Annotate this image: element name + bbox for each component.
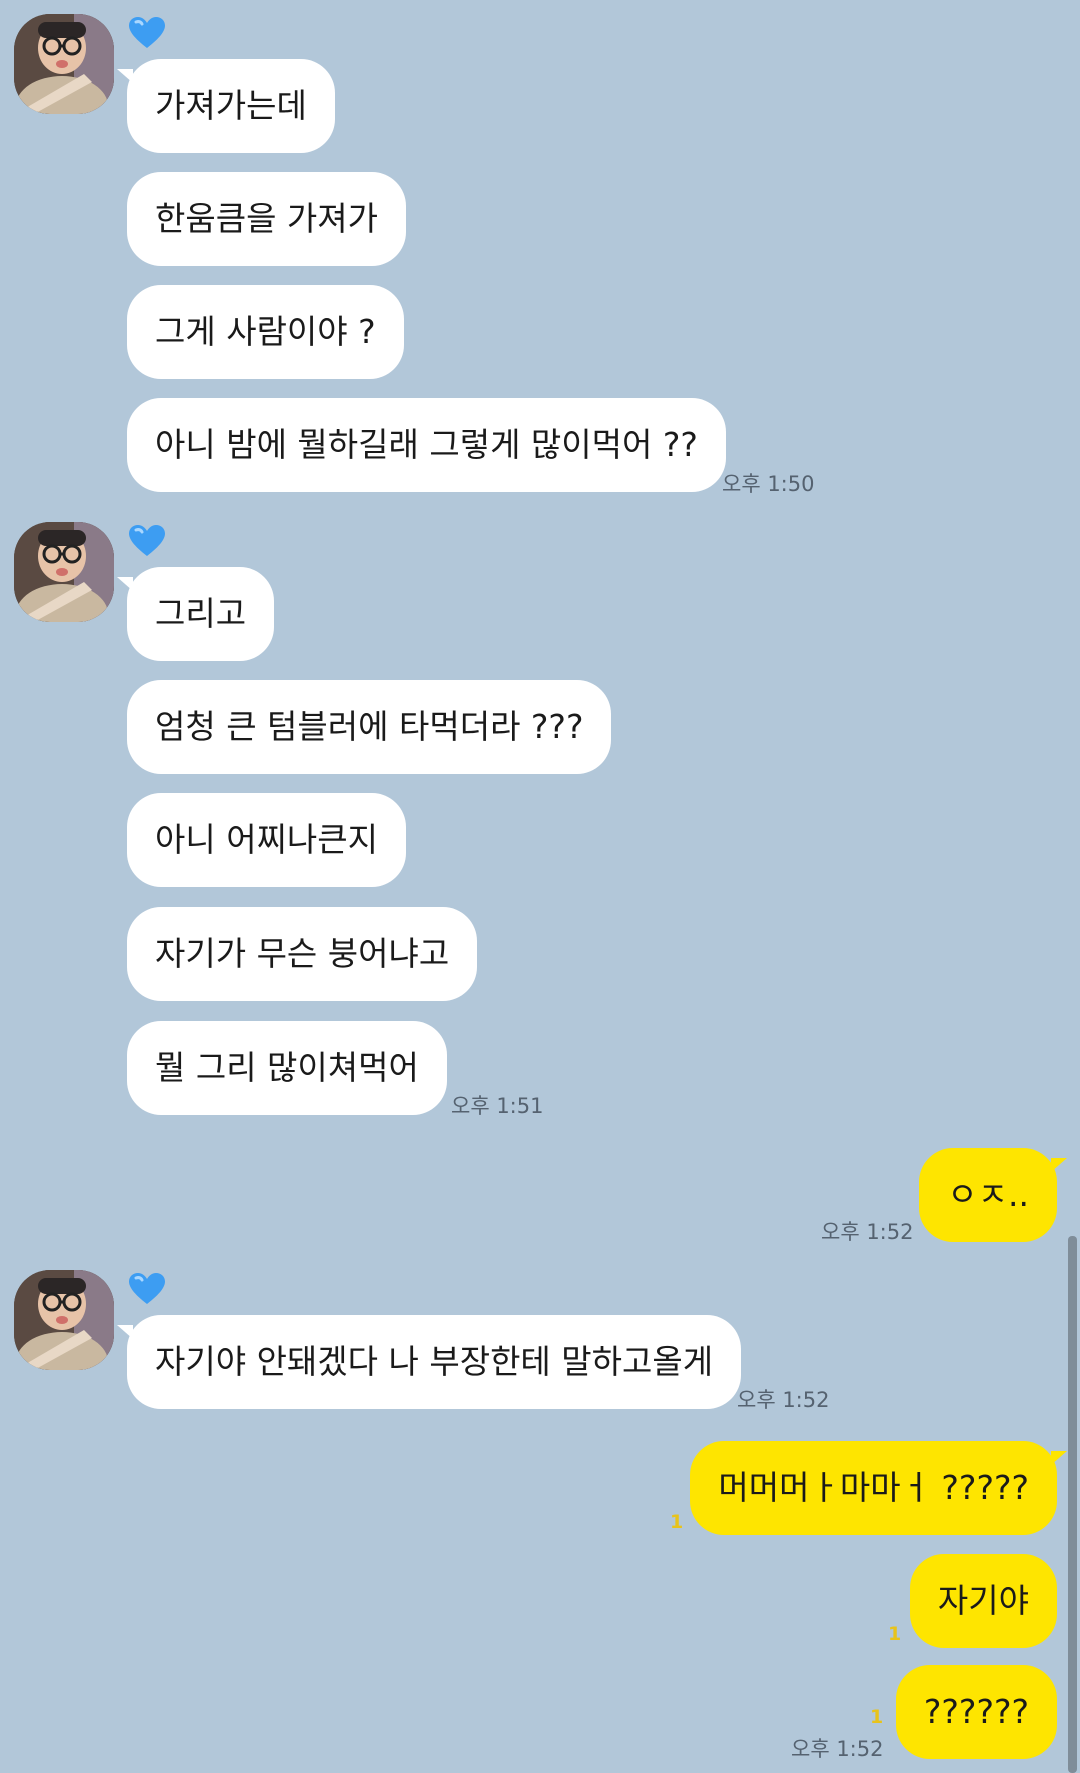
message-timestamp: 오후 1:50 (722, 472, 815, 496)
message-timestamp: 오후 1:52 (737, 1388, 830, 1412)
chat-bubble-incoming[interactable]: 뭘 그리 많이쳐먹어 (127, 1021, 447, 1115)
unread-count: 1 (670, 1511, 684, 1533)
unread-count: 1 (870, 1706, 884, 1728)
chat-bubble-outgoing[interactable]: 머머머ㅏ마마ㅓ ????? (690, 1441, 1067, 1535)
avatar[interactable] (14, 14, 114, 114)
unread-count: 1 (888, 1623, 902, 1645)
scrollbar[interactable] (1068, 1236, 1077, 1773)
avatar[interactable] (14, 522, 114, 622)
avatar-photo (14, 522, 114, 622)
avatar[interactable] (14, 1270, 114, 1370)
chat-bubble-incoming[interactable]: 그게 사람이야 ? (127, 285, 404, 379)
chat-bubble-incoming[interactable]: 자기야 안돼겠다 나 부장한테 말하고올게 (116, 1315, 742, 1409)
heart-icon (129, 525, 165, 556)
chat-bubble-incoming[interactable]: 엄청 큰 텀블러에 타먹더라 ??? (127, 680, 612, 774)
message-timestamp: 오후 1:52 (791, 1737, 884, 1761)
message-timestamp: 오후 1:51 (451, 1094, 544, 1118)
chat-bubble-incoming[interactable]: 아니 밤에 뭘하길래 그렇게 많이먹어 ?? (127, 398, 726, 492)
chat-bubble-outgoing[interactable]: 자기야 (909, 1554, 1057, 1648)
chat-bubble-incoming[interactable]: 가져가는데 (117, 59, 335, 153)
chat-bubble-incoming[interactable]: 자기가 무슨 붕어냐고 (127, 907, 478, 1001)
avatar-photo (14, 14, 114, 114)
avatar-photo (14, 1270, 114, 1370)
chat-bubble-outgoing[interactable]: ㅇㅈ.. (919, 1148, 1067, 1242)
chat-bubble-incoming[interactable]: 아니 어찌나큰지 (127, 793, 407, 887)
chat-bubble-incoming[interactable]: 한움큼을 가져가 (127, 172, 407, 266)
chat-bubble-outgoing[interactable]: ?????? (895, 1665, 1057, 1759)
heart-icon (129, 1273, 165, 1304)
heart-icon (129, 17, 165, 48)
message-timestamp: 오후 1:52 (821, 1220, 914, 1244)
chat-bubble-incoming[interactable]: 그리고 (116, 567, 275, 661)
